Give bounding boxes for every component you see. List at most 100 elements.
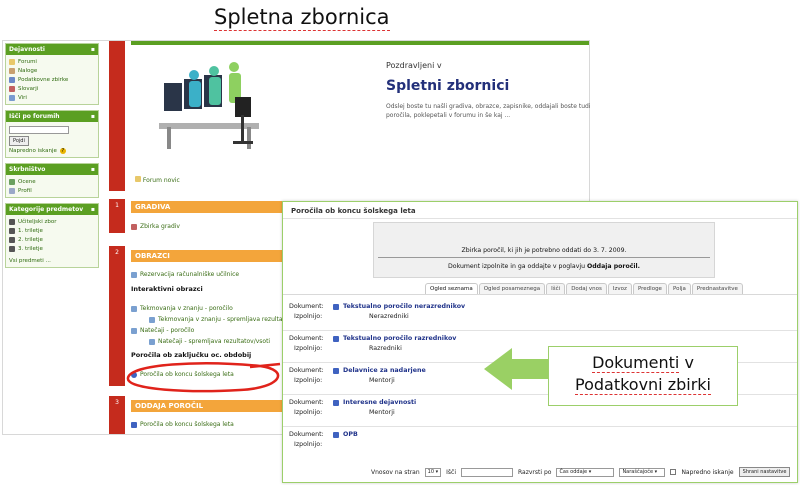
intro-description: Odslej boste tu našli gradiva, obrazce, … [386,103,591,119]
section-title-obrazci: OBRAZCI [131,250,301,262]
section-title-oddaja: ODDAJA POROČIL [131,400,301,412]
course-icon [9,227,15,234]
profile-icon [9,187,15,194]
tab-add-entry[interactable]: Dodaj vnos [566,283,607,294]
tab-fields[interactable]: Polja [667,283,691,294]
activity-resources[interactable]: Viri [9,93,95,102]
tab-single-view[interactable]: Ogled posameznega [478,283,546,294]
course-icon [9,245,15,252]
activity-assignments[interactable]: Naloge [9,66,95,75]
left-column: Dejavnosti ▪ Forumi Naloge Podatkovne zb… [5,43,99,273]
course-item[interactable]: 2. triletje [9,235,95,244]
document-link[interactable]: Tekstualno poročilo razrednikov [343,335,456,342]
forum-icon [135,176,141,182]
callout-word-in: v [679,353,694,372]
forum-search-title: Išči po forumih [9,113,60,120]
sort-label: Razvrsti po [518,468,552,476]
document-link[interactable]: Interesne dejavnosti [343,399,416,406]
tab-export[interactable]: Izvoz [607,283,632,294]
section-title-gradiva: GRADIVA [131,201,301,213]
database-tabs: Ogled seznama Ogled posameznega Išči Dod… [425,283,743,294]
intro-title: Spletni zbornici [386,78,510,94]
all-courses-link[interactable]: Vsi predmeti ... [9,256,95,265]
advanced-search-link[interactable]: Napredno iskanje [9,148,57,154]
activity-databases[interactable]: Podatkovne zbirke [9,75,95,84]
database-icon [131,223,137,230]
block-toggle-icon[interactable]: ▪ [91,46,95,53]
document-link[interactable]: OPB [343,431,358,438]
form-icon [131,327,137,334]
form-icon [149,316,155,323]
section-link[interactable]: Tekmovanja v znanju - spremljava rezulta… [149,316,292,323]
course-icon [9,236,15,243]
forum-search-input[interactable] [9,126,69,134]
admin-grades[interactable]: Ocene [9,177,95,186]
forum-search-button[interactable]: Pojdi [9,136,29,146]
tab-presets[interactable]: Prednastavitve [691,283,743,294]
list-item: Dokument: Tekstualno poročilo nerazrednik… [289,303,466,320]
block-toggle-icon[interactable]: ▪ [91,166,95,173]
section-link[interactable]: Poročila ob koncu šolskega leta [131,421,234,428]
section-link[interactable]: Rezervacija računalniške učilnice [131,271,239,278]
callout-word-documents: Dokumenti [592,353,680,373]
course-icon [9,218,15,225]
database-intro-box: Zbirka poročil, ki jih je potrebno oddat… [373,222,715,278]
info-line-2-bold: Oddaja poročil. [586,263,640,270]
advanced-search-checkbox[interactable] [670,469,677,475]
course-item[interactable]: Učiteljski zbor [9,217,95,226]
highlight-ellipse [126,362,281,393]
intro-section: Pozdravljeni v Spletni zbornici Odslej b… [131,41,591,191]
database-view-window: Poročila ob koncu šolskega leta Zbirka p… [282,201,798,483]
assignment-icon [9,67,15,74]
database-title: Poročila ob koncu šolskega leta [291,207,416,215]
intro-greeting: Pozdravljeni v [386,61,442,70]
search-input[interactable] [461,467,514,477]
block-toggle-icon[interactable]: ▪ [91,113,95,120]
tab-list-view[interactable]: Ogled seznama [425,283,478,294]
help-icon[interactable]: ? [59,147,66,154]
activities-block: Dejavnosti ▪ Forumi Naloge Podatkovne zb… [5,43,99,105]
course-categories-title: Kategorije predmetov [9,206,84,213]
block-toggle-icon[interactable]: ▪ [91,206,95,213]
topic-stripe-1: 1 [109,199,125,233]
document-link[interactable]: Delavnice za nadarjene [343,367,426,374]
section-link[interactable]: Zbirka gradiv [131,223,180,230]
sort-order-select[interactable]: Naraščajoče ▾ [619,467,666,477]
list-item: Dokument: OPB Izpolnijo: [289,431,358,448]
callout-box: Dokumenti v Podatkovni zbirki [548,346,738,406]
per-page-select[interactable]: 10 ▾ [424,467,442,477]
course-item[interactable]: 1. triletje [9,226,95,235]
database-entry-icon [333,431,339,438]
glossary-icon [9,85,15,92]
list-options-bar: Vnosov na stran 10 ▾ Išči Razvrsti po Ča… [283,464,797,480]
tab-search[interactable]: Išči [546,283,566,294]
section-label: Interaktivni obrazci [131,285,203,293]
save-settings-button[interactable]: Shrani nastavitve [738,467,791,477]
activities-block-title: Dejavnosti [9,46,45,53]
section-link[interactable]: Natečaji - spremljava rezultatov/vsoti [149,338,270,345]
tab-templates[interactable]: Predloge [632,283,667,294]
form-icon [149,338,155,345]
advanced-search-label: Napredno iskanje [681,468,734,476]
course-item[interactable]: 3. triletje [9,244,95,253]
form-icon [131,305,137,312]
database-icon [9,76,15,83]
course-categories-block: Kategorije predmetov ▪ Učiteljski zbor 1… [5,203,99,268]
section-link[interactable]: Natečaji - poročilo [131,327,194,334]
administration-block: Skrbništvo ▪ Ocene Profil [5,163,99,198]
activity-glossaries[interactable]: Slovarji [9,84,95,93]
database-entry-icon [333,367,339,374]
people-at-computers-image [159,62,259,149]
resource-icon [9,94,15,101]
document-link[interactable]: Tekstualno poročilo nerazrednikov [343,303,465,310]
per-page-label: Vnosov na stran [371,468,420,476]
form-icon [131,271,137,278]
admin-profile[interactable]: Profil [9,186,95,195]
slide-title: Spletna zbornica [214,5,390,31]
topic-stripe-3: 3 [109,396,125,434]
activity-forums[interactable]: Forumi [9,57,95,66]
forum-news-link[interactable]: Forum novic [135,176,180,184]
info-line-2: Dokument izpolnite in ga oddajte v pogla… [448,263,587,270]
sort-field-select[interactable]: Čas oddaje ▾ [556,467,615,477]
section-link[interactable]: Tekmovanja v znanju - poročilo [131,305,233,312]
